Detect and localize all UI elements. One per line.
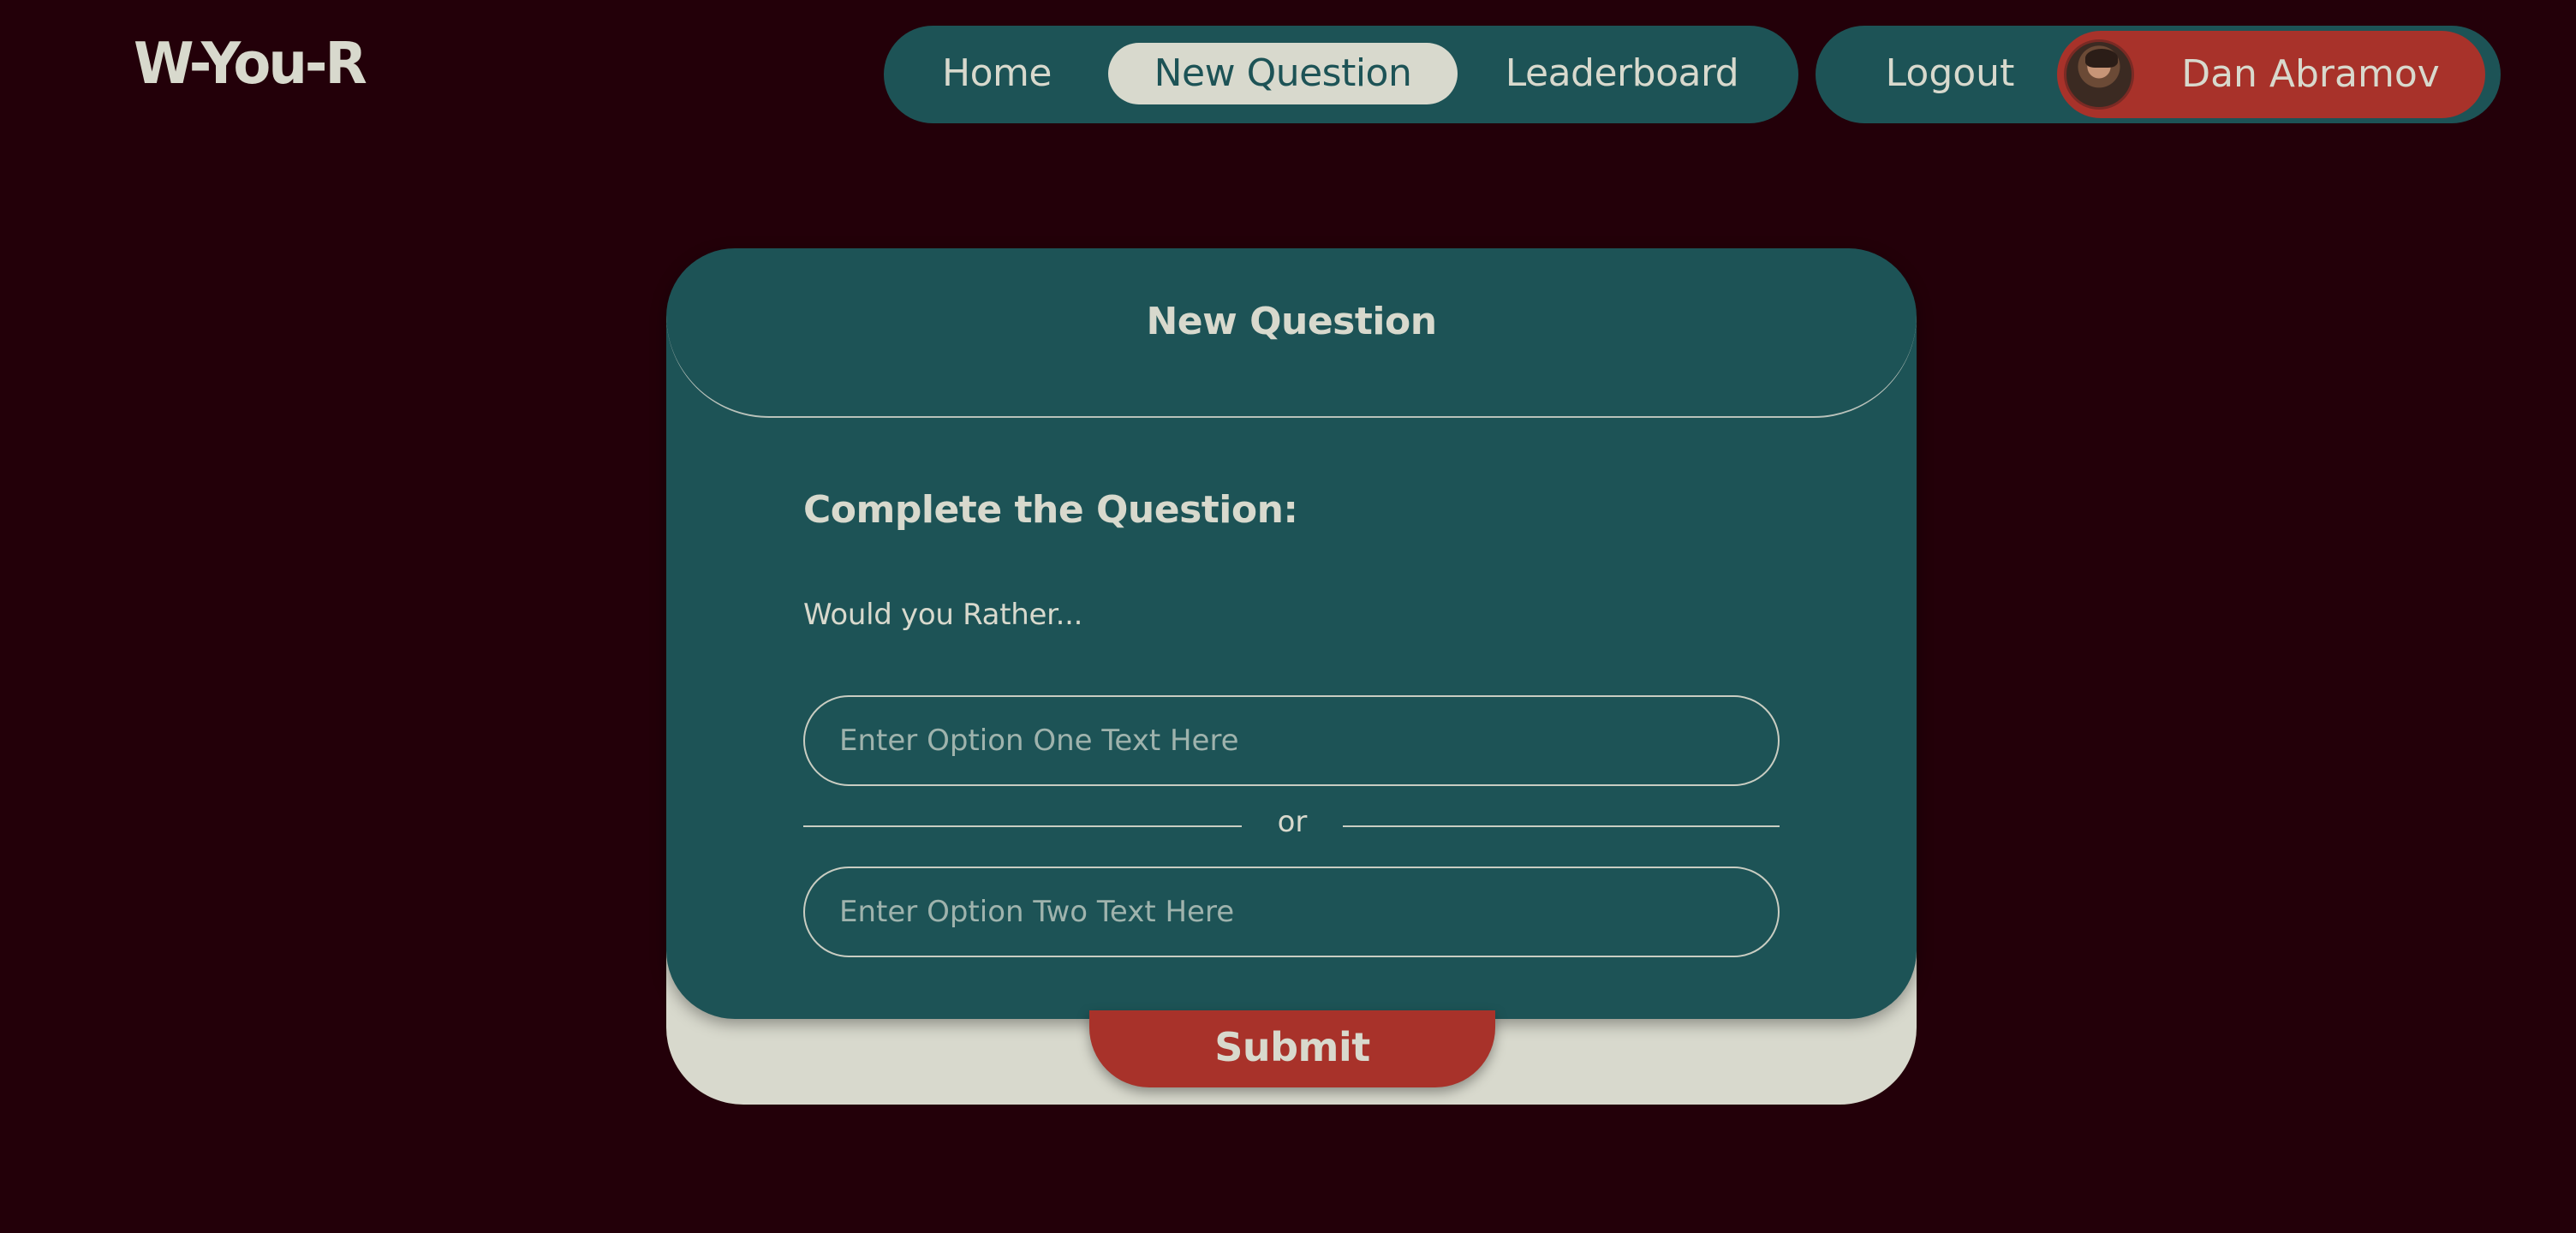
section-heading: Complete the Question: (803, 488, 1298, 532)
card-header: New Question (666, 248, 1917, 418)
nav-leaderboard[interactable]: Leaderboard (1475, 43, 1769, 104)
card-title: New Question (1146, 300, 1437, 343)
new-question-card: New Question Complete the Question: Woul… (666, 248, 1917, 1019)
nav-home[interactable]: Home (920, 43, 1074, 104)
nav-new-question[interactable]: New Question (1108, 43, 1458, 104)
logout-button[interactable]: Logout (1852, 43, 2048, 104)
option-one-input[interactable] (803, 695, 1780, 786)
user-name: Dan Abramov (2181, 52, 2440, 96)
avatar (2064, 39, 2134, 110)
option-two-input[interactable] (803, 867, 1780, 957)
divider-or-text: or (1277, 805, 1308, 839)
app-logo: W-You-R (134, 31, 367, 98)
divider-line-right (1343, 825, 1780, 827)
main-nav: Home New Question Leaderboard (884, 26, 1798, 123)
user-profile-chip[interactable]: Dan Abramov (2057, 31, 2485, 118)
question-prompt: Would you Rather... (803, 598, 1083, 632)
submit-button[interactable]: Submit (1089, 1010, 1495, 1087)
divider-line-left (803, 825, 1242, 827)
user-menu: Logout Dan Abramov (1816, 26, 2501, 123)
